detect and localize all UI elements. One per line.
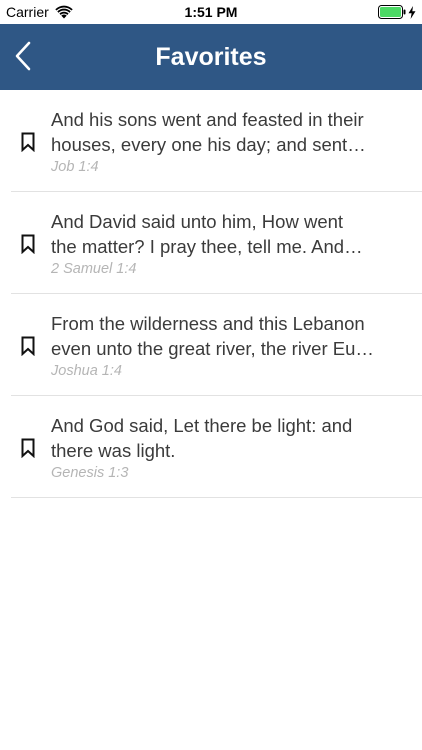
verse-line: And God said, Let there be light: and (51, 415, 353, 436)
favorites-screen: Carrier 1:51 PM Favorites And his sons w… (0, 0, 422, 750)
favorite-item[interactable]: And his sons went and feasted in their h… (11, 90, 422, 192)
favorite-item[interactable]: And God said, Let there be light: and th… (11, 396, 422, 498)
page-title: Favorites (155, 43, 267, 71)
verse-line: From the wilderness and this Lebanon (51, 313, 365, 334)
status-bar: Carrier 1:51 PM (0, 0, 422, 24)
verse-reference: Joshua 1:4 (51, 363, 122, 379)
verse-line: even unto the great river, the river Eu… (51, 338, 374, 359)
verse-line: houses, every one his day; and sent… (51, 134, 366, 155)
favorites-list: And his sons went and feasted in their h… (0, 90, 422, 498)
bookmark-icon[interactable] (21, 438, 35, 458)
bookmark-icon[interactable] (21, 336, 35, 356)
verse-text: And his sons went and feasted in their h… (51, 107, 391, 157)
bookmark-icon[interactable] (21, 132, 35, 152)
favorite-item[interactable]: From the wilderness and this Lebanon eve… (11, 294, 422, 396)
verse-line: And his sons went and feasted in their (51, 109, 364, 130)
charging-bolt-icon (408, 5, 416, 19)
bookmark-icon[interactable] (21, 234, 35, 254)
verse-text: From the wilderness and this Lebanon eve… (51, 311, 391, 361)
verse-reference: Genesis 1:3 (51, 465, 129, 481)
verse-line: there was light. (51, 440, 176, 461)
status-time: 1:51 PM (184, 4, 238, 20)
battery-icon (378, 5, 406, 19)
verse-reference: 2 Samuel 1:4 (51, 261, 137, 277)
navigation-bar: Favorites (0, 24, 422, 90)
verse-text: And God said, Let there be light: and th… (51, 413, 391, 463)
back-button[interactable] (10, 38, 40, 74)
chevron-left-icon (15, 41, 31, 71)
verse-text: And David said unto him, How went the ma… (51, 209, 391, 259)
verse-line: the matter? I pray thee, tell me. And… (51, 236, 363, 257)
favorite-item[interactable]: And David said unto him, How went the ma… (11, 192, 422, 294)
verse-reference: Job 1:4 (51, 159, 99, 175)
verse-line: And David said unto him, How went (51, 211, 344, 232)
battery-indicator (378, 5, 416, 19)
